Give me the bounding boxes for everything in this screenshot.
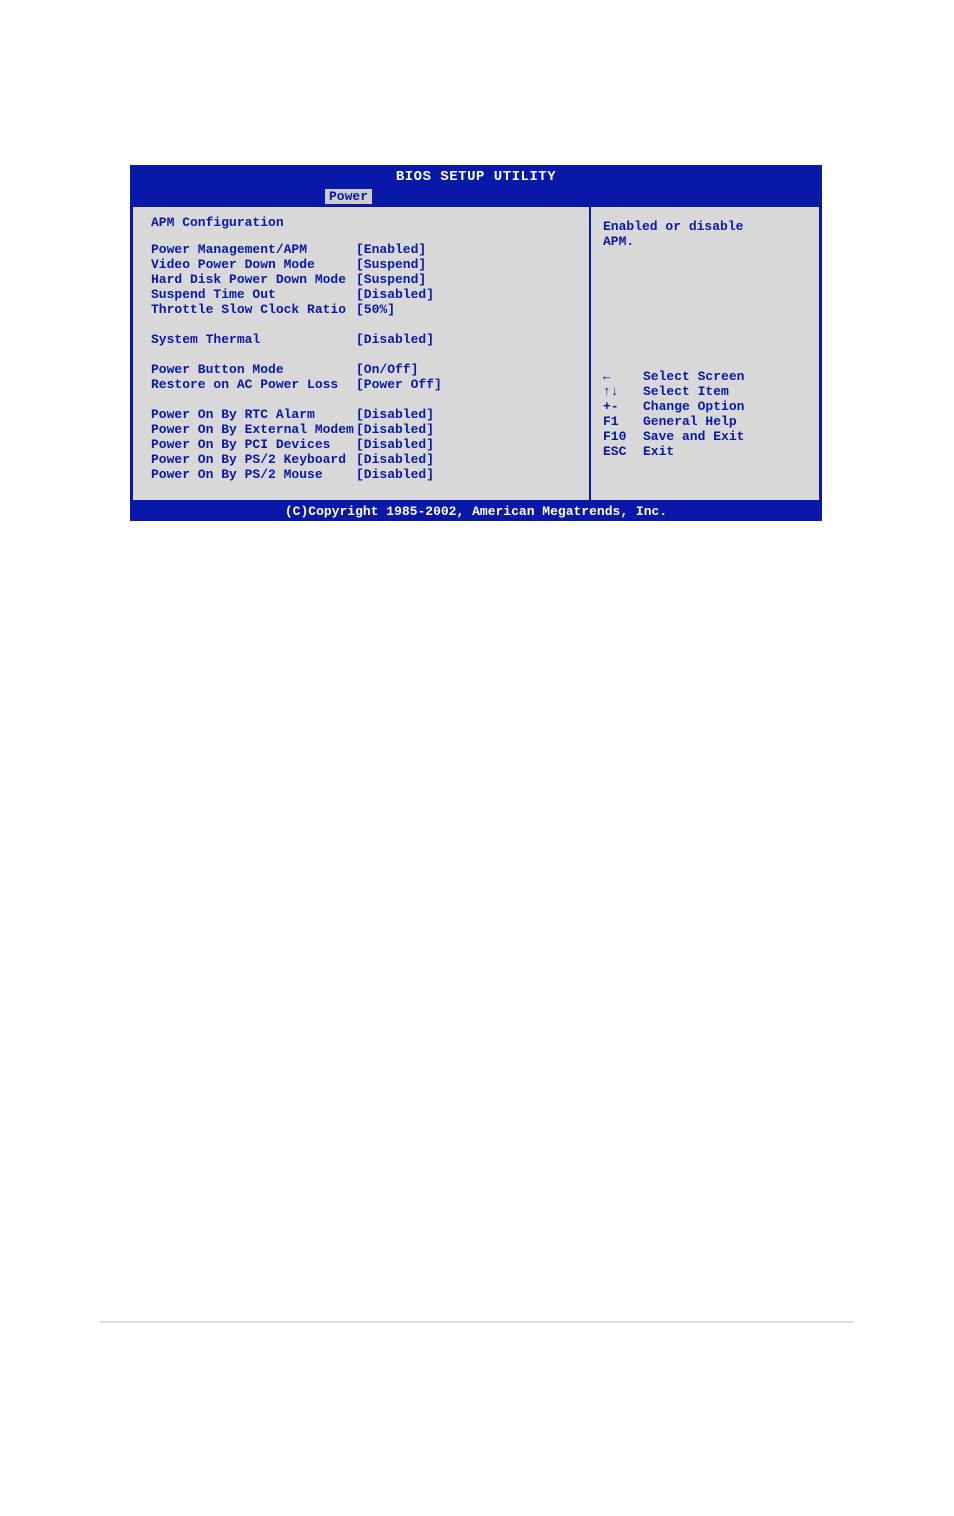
setting-value[interactable]: [Disabled] — [356, 467, 579, 482]
setting-label: Restore on AC Power Loss — [151, 377, 356, 392]
setting-label: System Thermal — [151, 332, 356, 347]
copyright-bar: (C)Copyright 1985-2002, American Megatre… — [130, 503, 822, 521]
help-line: Enabled or disable — [603, 219, 809, 234]
setting-row[interactable]: Power On By PCI Devices [Disabled] — [151, 437, 579, 452]
setting-label: Throttle Slow Clock Ratio — [151, 302, 356, 317]
setting-label: Power On By PCI Devices — [151, 437, 356, 452]
setting-value[interactable]: [Power Off] — [356, 377, 579, 392]
nav-row: F10 Save and Exit — [603, 429, 809, 444]
setting-value[interactable]: [Suspend] — [356, 272, 579, 287]
nav-keys: ← Select Screen ↑↓ Select Item +- Change… — [603, 369, 809, 459]
setting-label: Video Power Down Mode — [151, 257, 356, 272]
setting-label: Power On By PS/2 Keyboard — [151, 452, 356, 467]
nav-desc: Exit — [643, 444, 809, 459]
setting-value[interactable]: [Disabled] — [356, 332, 579, 347]
f10-key: F10 — [603, 429, 643, 444]
nav-row: F1 General Help — [603, 414, 809, 429]
setting-value[interactable]: [50%] — [356, 302, 579, 317]
nav-desc: Save and Exit — [643, 429, 809, 444]
footer-divider — [100, 1321, 854, 1323]
nav-desc: Select Screen — [643, 369, 809, 384]
setting-value[interactable]: [Enabled] — [356, 242, 579, 257]
settings-panel: APM Configuration Power Management/APM [… — [133, 207, 591, 500]
plusminus-icon: +- — [603, 399, 643, 414]
setting-row[interactable]: Power On By RTC Alarm [Disabled] — [151, 407, 579, 422]
setting-row[interactable]: Power On By PS/2 Keyboard [Disabled] — [151, 452, 579, 467]
setting-row[interactable]: Power Management/APM [Enabled] — [151, 242, 579, 257]
nav-row: ↑↓ Select Item — [603, 384, 809, 399]
f1-key: F1 — [603, 414, 643, 429]
setting-label: Suspend Time Out — [151, 287, 356, 302]
tab-row: Power — [130, 187, 822, 207]
setting-row[interactable]: System Thermal [Disabled] — [151, 332, 579, 347]
left-arrow-icon: ← — [603, 369, 643, 384]
nav-row: +- Change Option — [603, 399, 809, 414]
setting-label: Power Button Mode — [151, 362, 356, 377]
bios-window: BIOS SETUP UTILITY Power APM Configurati… — [130, 165, 822, 521]
setting-label: Power On By External Modem — [151, 422, 356, 437]
section-header: APM Configuration — [151, 215, 579, 230]
setting-row[interactable]: Suspend Time Out [Disabled] — [151, 287, 579, 302]
setting-label: Power Management/APM — [151, 242, 356, 257]
setting-row[interactable]: Power Button Mode [On/Off] — [151, 362, 579, 377]
help-text: Enabled or disable APM. — [603, 219, 809, 249]
help-line: APM. — [603, 234, 809, 249]
setting-value[interactable]: [Disabled] — [356, 437, 579, 452]
setting-row[interactable]: Hard Disk Power Down Mode [Suspend] — [151, 272, 579, 287]
setting-row[interactable]: Power On By External Modem [Disabled] — [151, 422, 579, 437]
nav-desc: Change Option — [643, 399, 809, 414]
setting-row[interactable]: Throttle Slow Clock Ratio [50%] — [151, 302, 579, 317]
setting-value[interactable]: [Disabled] — [356, 452, 579, 467]
help-panel: Enabled or disable APM. ← Select Screen … — [591, 207, 819, 500]
nav-desc: General Help — [643, 414, 809, 429]
nav-row: ESC Exit — [603, 444, 809, 459]
setting-value[interactable]: [On/Off] — [356, 362, 579, 377]
updown-arrow-icon: ↑↓ — [603, 384, 643, 399]
tab-power[interactable]: Power — [325, 189, 372, 204]
setting-value[interactable]: [Disabled] — [356, 407, 579, 422]
nav-desc: Select Item — [643, 384, 809, 399]
setting-value[interactable]: [Disabled] — [356, 422, 579, 437]
content-area: APM Configuration Power Management/APM [… — [130, 207, 822, 503]
setting-value[interactable]: [Disabled] — [356, 287, 579, 302]
esc-key: ESC — [603, 444, 643, 459]
setting-row[interactable]: Video Power Down Mode [Suspend] — [151, 257, 579, 272]
title-bar: BIOS SETUP UTILITY — [130, 165, 822, 187]
nav-row: ← Select Screen — [603, 369, 809, 384]
setting-label: Hard Disk Power Down Mode — [151, 272, 356, 287]
setting-row[interactable]: Restore on AC Power Loss [Power Off] — [151, 377, 579, 392]
setting-label: Power On By PS/2 Mouse — [151, 467, 356, 482]
setting-value[interactable]: [Suspend] — [356, 257, 579, 272]
setting-label: Power On By RTC Alarm — [151, 407, 356, 422]
setting-row[interactable]: Power On By PS/2 Mouse [Disabled] — [151, 467, 579, 482]
